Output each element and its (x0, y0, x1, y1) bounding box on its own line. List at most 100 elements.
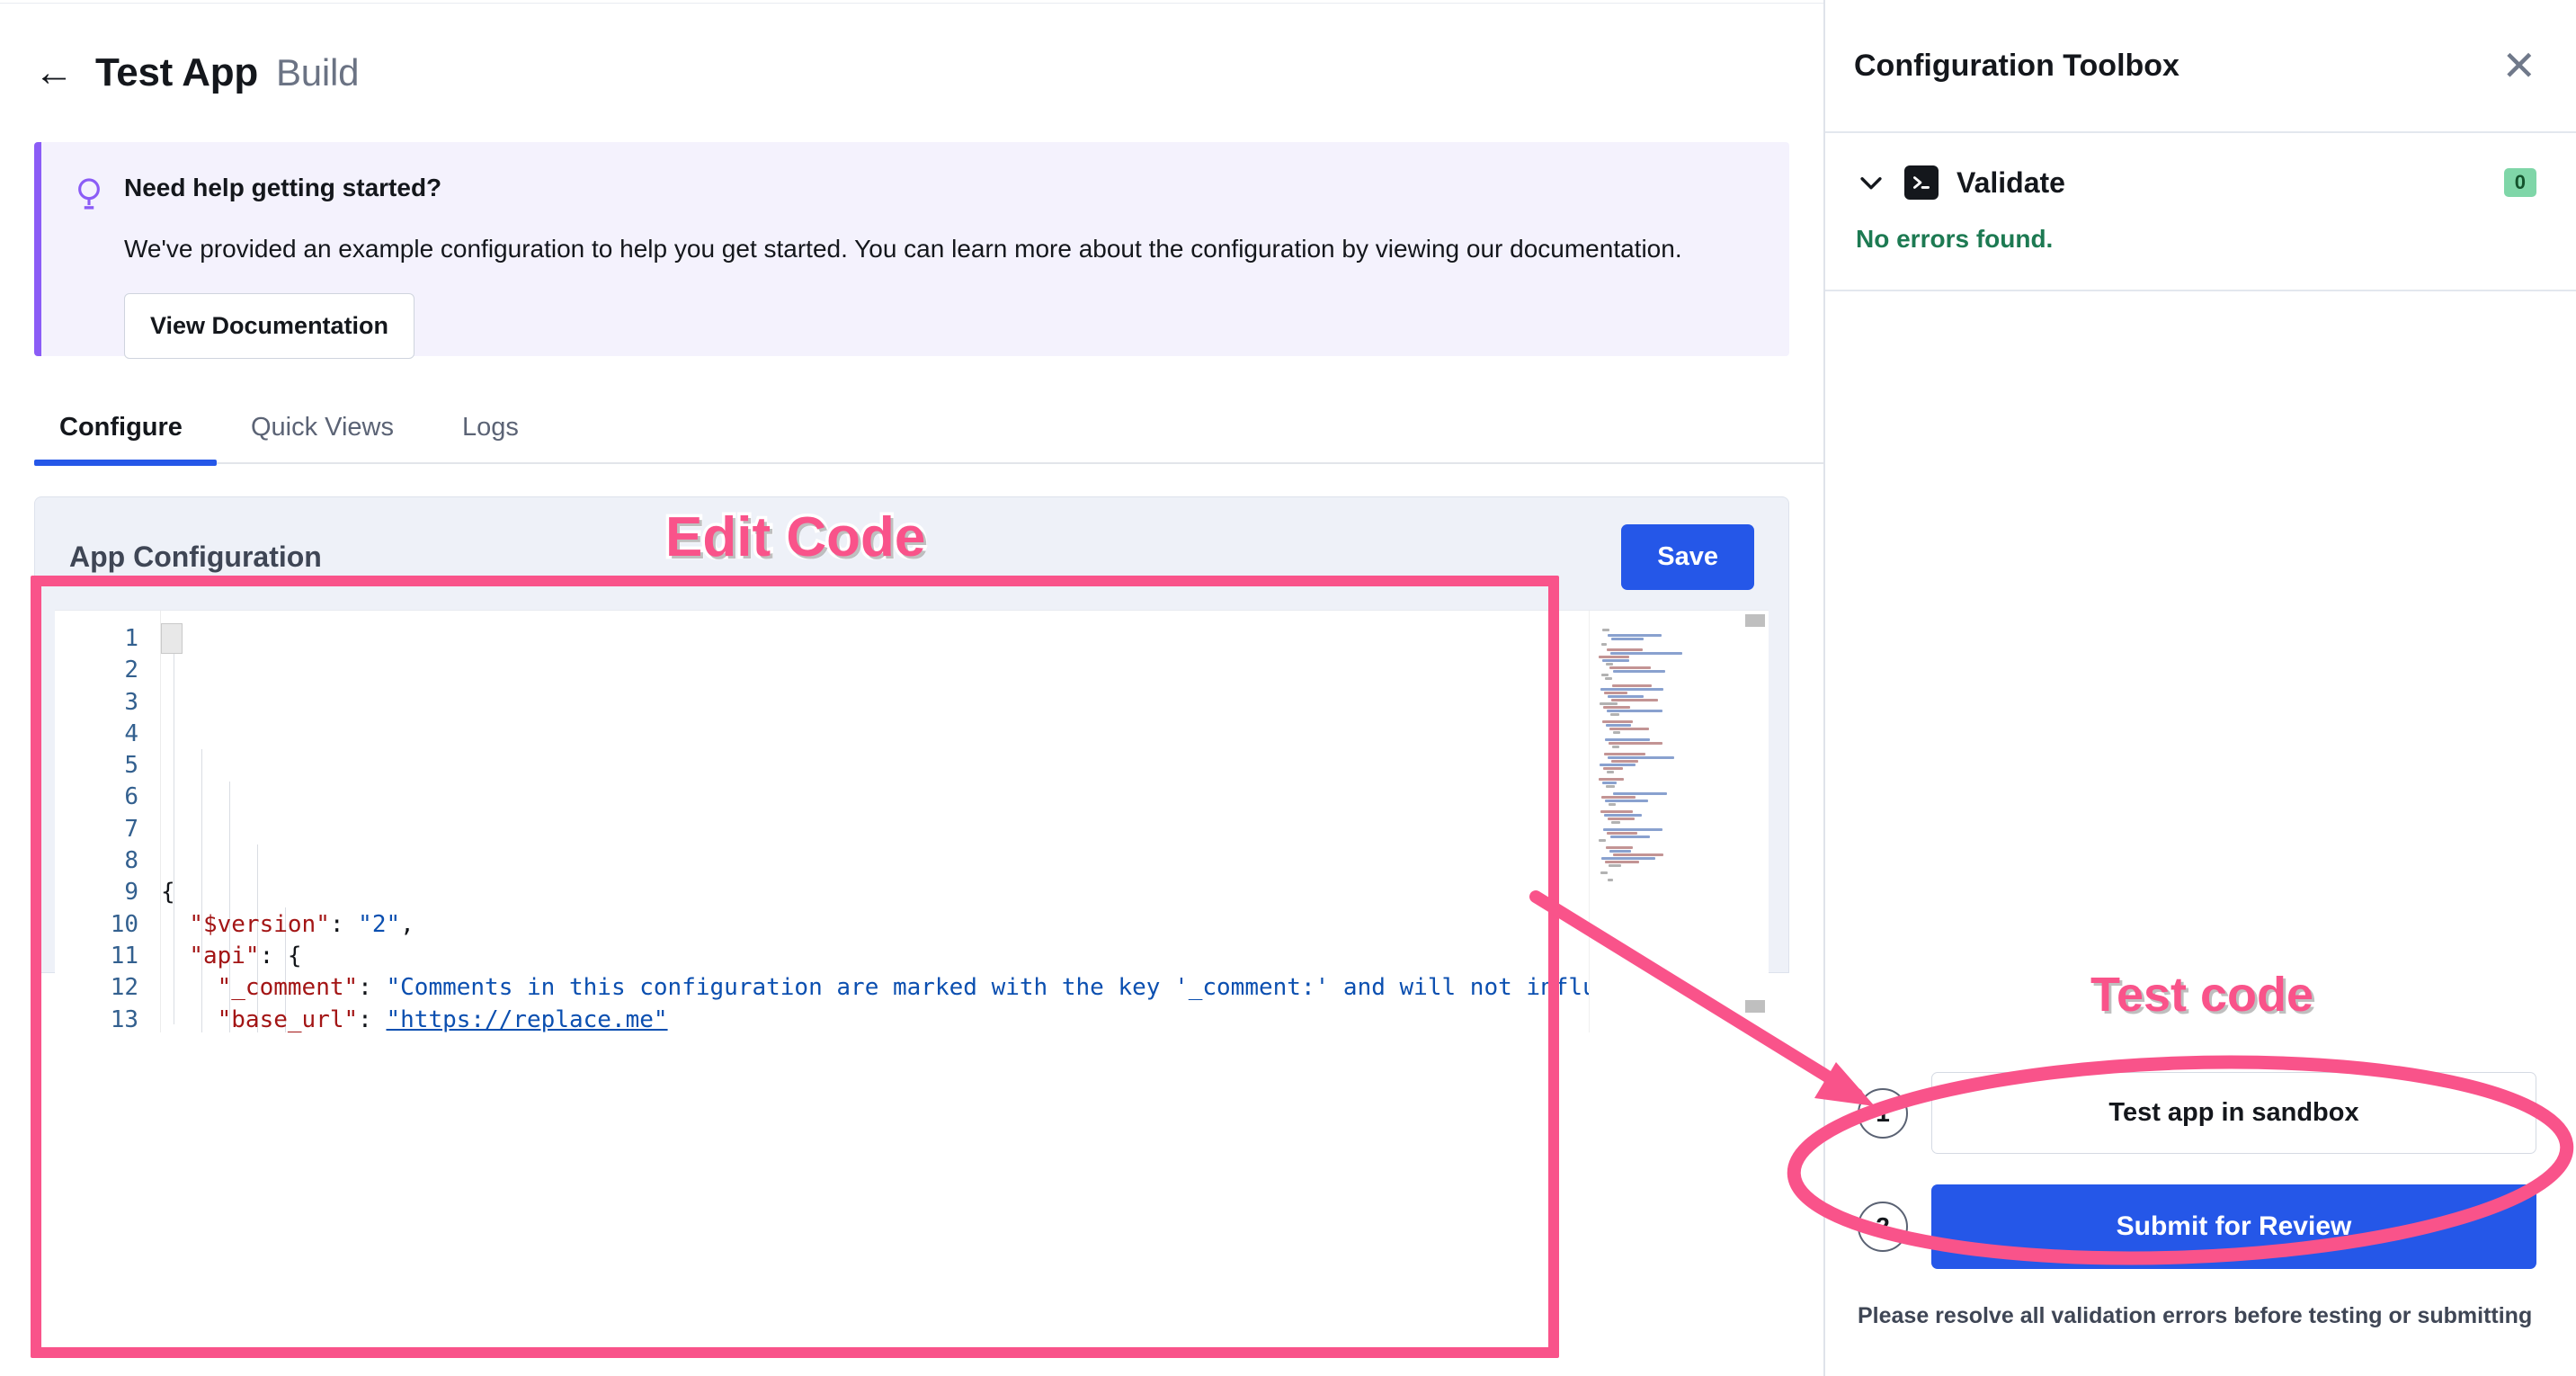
minimap-code-line (1603, 767, 1623, 770)
step-number-1: 1 (1858, 1088, 1908, 1139)
minimap-code-line (1605, 738, 1650, 741)
app-configuration-card: App Configuration Save 12345678910111213… (34, 496, 1789, 973)
editor-line-number: 3 (55, 687, 138, 719)
submit-for-review-button[interactable]: Submit for Review (1931, 1184, 2536, 1269)
minimap-code-line (1611, 760, 1638, 763)
minimap-code-line (1608, 695, 1644, 698)
tab-bar: Configure Quick Views Logs (34, 396, 1823, 464)
editor-line-number: 4 (55, 719, 138, 750)
tab-logs[interactable]: Logs (428, 413, 553, 462)
minimap-code-line (1609, 864, 1621, 867)
minimap-scroll-thumb-bottom[interactable] (1745, 1000, 1765, 1013)
minimap-code-line (1599, 656, 1629, 658)
minimap-code-line (1600, 871, 1608, 874)
editor-line-number: 9 (55, 877, 138, 908)
minimap-scroll-thumb-top[interactable] (1745, 614, 1765, 627)
toolbox-empty-space (1825, 291, 2576, 1072)
step-test-sandbox: 1 Test app in sandbox (1858, 1072, 2536, 1154)
step-submit-review: 2 Submit for Review (1858, 1184, 2536, 1269)
minimap-code-line (1600, 702, 1618, 705)
test-app-in-sandbox-button[interactable]: Test app in sandbox (1931, 1072, 2536, 1154)
minimap-code-line (1607, 710, 1662, 712)
editor-line-number: 1 (55, 623, 138, 655)
app-configuration-title: App Configuration (69, 541, 322, 574)
minimap-code-line (1600, 688, 1663, 691)
minimap-code-line (1604, 814, 1642, 817)
editor-bracket-highlight (161, 623, 183, 654)
minimap-code-line (1612, 684, 1652, 687)
editor-code-line: "_comment": "Comments in this configurat… (161, 972, 1589, 1004)
minimap-code-line (1609, 728, 1649, 730)
action-steps: 1 Test app in sandbox 2 Submit for Revie… (1825, 1072, 2576, 1300)
minimap-code-line (1604, 753, 1645, 755)
minimap-code-line (1606, 846, 1633, 849)
editor-line-number: 7 (55, 814, 138, 845)
minimap-code-line (1599, 839, 1606, 842)
minimap-code-line (1604, 692, 1627, 694)
app-root: ← Test App Build Need help getting start… (0, 0, 2576, 1376)
main-content-pane: ← Test App Build Need help getting start… (0, 0, 1825, 1376)
chevron-down-icon[interactable] (1856, 167, 1886, 198)
page-section-label: Build (276, 51, 359, 94)
help-banner-title: Need help getting started? (124, 173, 441, 203)
minimap-code-line (1601, 674, 1609, 676)
minimap-code-line (1610, 835, 1650, 838)
configuration-toolbox-panel: Configuration Toolbox ✕ Validate 0 (1825, 0, 2576, 1376)
minimap-code-line (1607, 648, 1643, 651)
minimap-code-line (1603, 706, 1630, 709)
minimap-code-line (1600, 810, 1633, 813)
tab-configure[interactable]: Configure (34, 413, 217, 462)
editor-line-number: 12 (55, 972, 138, 1004)
lightbulb-icon (74, 176, 104, 212)
minimap-code-line (1608, 879, 1613, 881)
editor-minimap[interactable] (1589, 611, 1769, 1032)
minimap-code-line (1607, 832, 1637, 835)
minimap-code-line (1610, 652, 1682, 655)
validation-footer-note: Please resolve all validation errors bef… (1825, 1300, 2576, 1329)
editor-line-number: 13 (55, 1005, 138, 1032)
minimap-code-line (1602, 720, 1633, 723)
editor-line-number: 2 (55, 655, 138, 686)
editor-code-area[interactable]: { "$version": "2", "api": { "_comment": … (161, 611, 1589, 1032)
minimap-code-line (1609, 803, 1616, 806)
step-number-2: 2 (1858, 1202, 1908, 1252)
minimap-code-line (1608, 818, 1635, 820)
minimap-code-line (1606, 724, 1631, 727)
toolbox-title: Configuration Toolbox (1854, 49, 2179, 84)
minimap-code-line (1609, 742, 1662, 745)
save-button[interactable]: Save (1621, 524, 1754, 590)
editor-line-number: 6 (55, 782, 138, 813)
minimap-code-line (1608, 756, 1674, 759)
minimap-code-line (1600, 764, 1636, 766)
editor-code-line: { (161, 877, 1589, 908)
minimap-code-line (1602, 782, 1617, 784)
minimap-code-line (1602, 629, 1609, 631)
minimap-code-line (1611, 821, 1620, 824)
arrow-left-icon[interactable]: ← (34, 53, 74, 93)
toolbox-header: Configuration Toolbox ✕ (1825, 0, 2576, 133)
help-banner-title-row: Need help getting started? (74, 173, 1753, 212)
tab-quick-views[interactable]: Quick Views (217, 413, 428, 462)
close-icon[interactable]: ✕ (2501, 45, 2536, 86)
minimap-code-line (1609, 850, 1631, 853)
minimap-code-line (1607, 771, 1614, 773)
editor-line-number: 5 (55, 750, 138, 782)
minimap-code-line (1611, 638, 1644, 640)
code-editor[interactable]: 1234567891011121314151617181920212223 { … (55, 610, 1769, 1032)
minimap-code-line (1603, 828, 1662, 831)
editor-line-number: 11 (55, 941, 138, 972)
validate-section-header[interactable]: Validate 0 (1825, 133, 2576, 200)
view-documentation-button[interactable]: View Documentation (124, 293, 414, 359)
editor-line-number: 8 (55, 845, 138, 877)
validate-label: Validate (1957, 166, 2065, 200)
minimap-code-line (1605, 800, 1648, 802)
minimap-code-line (1601, 643, 1607, 646)
page-title: Test App (95, 50, 258, 95)
app-configuration-header: App Configuration Save (35, 497, 1788, 610)
validate-error-count-badge: 0 (2504, 168, 2536, 197)
minimap-code-line (1608, 634, 1662, 637)
editor-code-line: "api": { (161, 941, 1589, 972)
panel-bottom-padding (1825, 1329, 2576, 1376)
minimap-code-line (1601, 796, 1636, 799)
minimap-code-line (1602, 659, 1629, 662)
